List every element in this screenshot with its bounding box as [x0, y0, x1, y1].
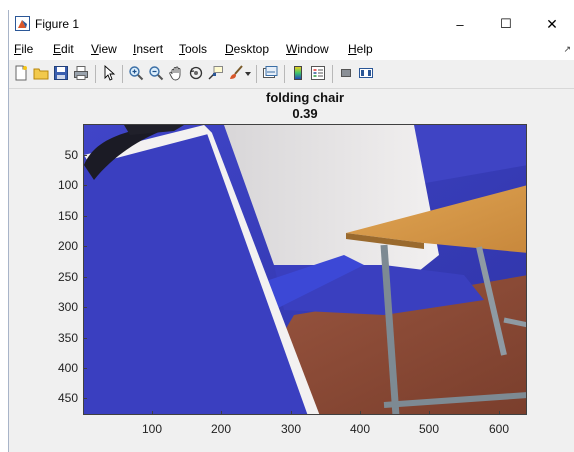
x-tickmark — [360, 411, 361, 415]
zoom-out-icon[interactable] — [148, 65, 164, 81]
y-tickmark — [83, 368, 87, 369]
new-figure-icon[interactable] — [13, 65, 29, 81]
x-tickmark — [152, 411, 153, 415]
y-tick-label: 400 — [57, 361, 78, 375]
y-tick-label: 200 — [57, 239, 78, 253]
minimize-icon: – — [456, 16, 464, 32]
toolbar-separator — [95, 65, 96, 83]
matlab-figure-icon — [15, 16, 30, 31]
axes-title-line2: 0.39 — [292, 106, 318, 121]
legend-icon[interactable] — [310, 65, 326, 81]
y-tick-label: 300 — [57, 300, 78, 314]
y-tick-label: 100 — [57, 178, 78, 192]
x-tick-label: 600 — [488, 422, 510, 436]
x-tickmark — [221, 411, 222, 415]
menu-window[interactable]: Window — [286, 42, 329, 56]
y-tickmark — [83, 246, 87, 247]
menu-desktop[interactable]: Desktop — [225, 42, 269, 56]
brush-icon[interactable] — [228, 65, 244, 81]
toolbar-separator — [332, 65, 333, 83]
y-tickmark — [83, 216, 87, 217]
zoom-in-icon[interactable] — [128, 65, 144, 81]
minimize-button[interactable]: – — [437, 10, 483, 38]
figure-toolbar — [9, 60, 574, 89]
y-tickmark — [83, 338, 87, 339]
axes-title-line1: folding chair — [266, 90, 344, 105]
menu-file[interactable]: File — [14, 42, 33, 56]
show-plot-tools-icon[interactable] — [358, 65, 374, 81]
link-plot-icon[interactable] — [262, 65, 278, 81]
x-tickmark — [291, 411, 292, 415]
maximize-icon: ☐ — [500, 16, 512, 31]
close-button[interactable]: ✕ — [529, 10, 574, 38]
save-icon[interactable] — [53, 65, 69, 81]
menu-edit[interactable]: Edit — [53, 42, 74, 56]
y-tickmark — [83, 277, 87, 278]
y-tick-label: 250 — [57, 270, 78, 284]
y-tick-label: 450 — [57, 391, 78, 405]
colorbar-icon[interactable] — [290, 65, 306, 81]
close-icon: ✕ — [546, 15, 558, 32]
x-tickmark — [429, 411, 430, 415]
y-tickmark — [83, 185, 87, 186]
y-tick-label: 150 — [57, 209, 78, 223]
pointer-icon[interactable] — [101, 65, 117, 81]
x-tick-label: 300 — [280, 422, 302, 436]
x-tick-label: 200 — [210, 422, 232, 436]
toolbar-separator — [122, 65, 123, 83]
title-bar: Figure 1 – ☐ ✕ — [9, 10, 574, 38]
x-tick-label: 100 — [141, 422, 163, 436]
camera-image — [84, 125, 526, 414]
x-tick-label: 400 — [349, 422, 371, 436]
image-axes[interactable] — [83, 124, 527, 415]
open-file-icon[interactable] — [33, 65, 49, 81]
print-icon[interactable] — [73, 65, 89, 81]
y-tick-label: 50 — [64, 148, 78, 162]
menu-insert[interactable]: Insert — [133, 42, 163, 56]
menu-bar: File Edit View Insert Tools Desktop Wind… — [9, 38, 574, 60]
menu-view[interactable]: View — [91, 42, 117, 56]
window-title: Figure 1 — [35, 17, 80, 31]
menu-dock-arrow-icon[interactable]: ↗ — [563, 44, 571, 55]
maximize-button[interactable]: ☐ — [483, 10, 529, 38]
rotate-3d-icon[interactable] — [188, 65, 204, 81]
y-tickmark — [83, 398, 87, 399]
data-cursor-icon[interactable] — [208, 65, 224, 81]
y-tickmark — [83, 307, 87, 308]
x-tickmark — [499, 411, 500, 415]
x-tick-label: 500 — [418, 422, 440, 436]
brush-dropdown-icon[interactable] — [244, 65, 252, 81]
toolbar-separator — [284, 65, 285, 83]
toolbar-separator — [256, 65, 257, 83]
pan-icon[interactable] — [168, 65, 184, 81]
hide-plot-tools-icon[interactable] — [338, 65, 354, 81]
menu-tools[interactable]: Tools — [179, 42, 207, 56]
y-tick-label: 350 — [57, 331, 78, 345]
menu-help[interactable]: Help — [348, 42, 373, 56]
y-tickmark — [83, 155, 87, 156]
